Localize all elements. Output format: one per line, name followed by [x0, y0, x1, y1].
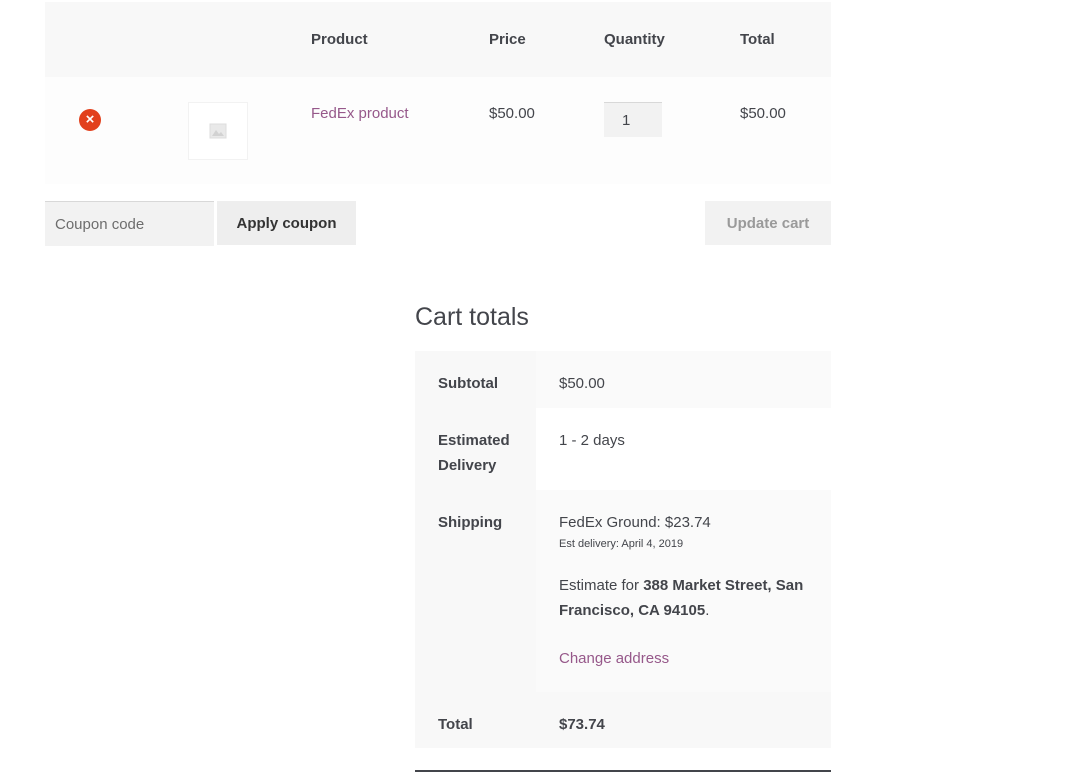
- cart-table: Product Price Quantity Total × FedEx pro…: [45, 2, 831, 184]
- cart-totals-table: Subtotal $50.00 Estimated Delivery 1 - 2…: [415, 351, 831, 748]
- item-price: $50.00: [489, 105, 535, 122]
- estimate-prefix: Estimate for: [559, 577, 644, 594]
- shipping-label: Shipping: [415, 490, 536, 692]
- order-total-row: Total $73.74: [415, 692, 831, 748]
- subtotal-value: $50.00: [536, 351, 831, 408]
- apply-coupon-button[interactable]: Apply coupon: [217, 201, 356, 245]
- header-quantity: Quantity: [604, 31, 665, 48]
- shipping-method: FedEx Ground: $23.74: [559, 514, 711, 531]
- cart-table-header: Product Price Quantity Total: [45, 2, 831, 77]
- estimate-suffix: .: [705, 602, 710, 619]
- estimated-delivery-label: Estimated Delivery: [415, 408, 536, 490]
- shipping-estimate-text: Estimate for 388 Market Street, San Fran…: [559, 573, 811, 623]
- header-price: Price: [489, 31, 526, 48]
- cart-totals-title: Cart totals: [415, 303, 529, 331]
- item-line-total: $50.00: [740, 105, 786, 122]
- order-total-value: $73.74: [536, 692, 831, 748]
- header-total: Total: [740, 31, 775, 48]
- remove-item-icon[interactable]: ×: [79, 109, 101, 131]
- estimated-delivery-value: 1 - 2 days: [536, 408, 831, 490]
- product-thumbnail[interactable]: [188, 102, 248, 160]
- shipping-details: FedEx Ground: $23.74 Est delivery: April…: [536, 490, 831, 692]
- subtotal-label: Subtotal: [415, 351, 536, 408]
- shipping-row: Shipping FedEx Ground: $23.74 Est delive…: [415, 490, 831, 692]
- change-address-link[interactable]: Change address: [559, 646, 811, 671]
- image-placeholder-icon: [209, 123, 227, 139]
- quantity-input[interactable]: [604, 102, 662, 137]
- header-product: Product: [311, 31, 368, 48]
- cart-item-row: × FedEx product $50.00 $50.00: [45, 77, 831, 184]
- shipping-delivery-note: Est delivery: April 4, 2019: [559, 538, 684, 550]
- product-name-link[interactable]: FedEx product: [311, 105, 409, 122]
- subtotal-row: Subtotal $50.00: [415, 351, 831, 408]
- estimated-delivery-row: Estimated Delivery 1 - 2 days: [415, 408, 831, 490]
- order-total-label: Total: [415, 692, 536, 748]
- update-cart-button[interactable]: Update cart: [705, 201, 831, 245]
- coupon-code-input[interactable]: [45, 201, 214, 246]
